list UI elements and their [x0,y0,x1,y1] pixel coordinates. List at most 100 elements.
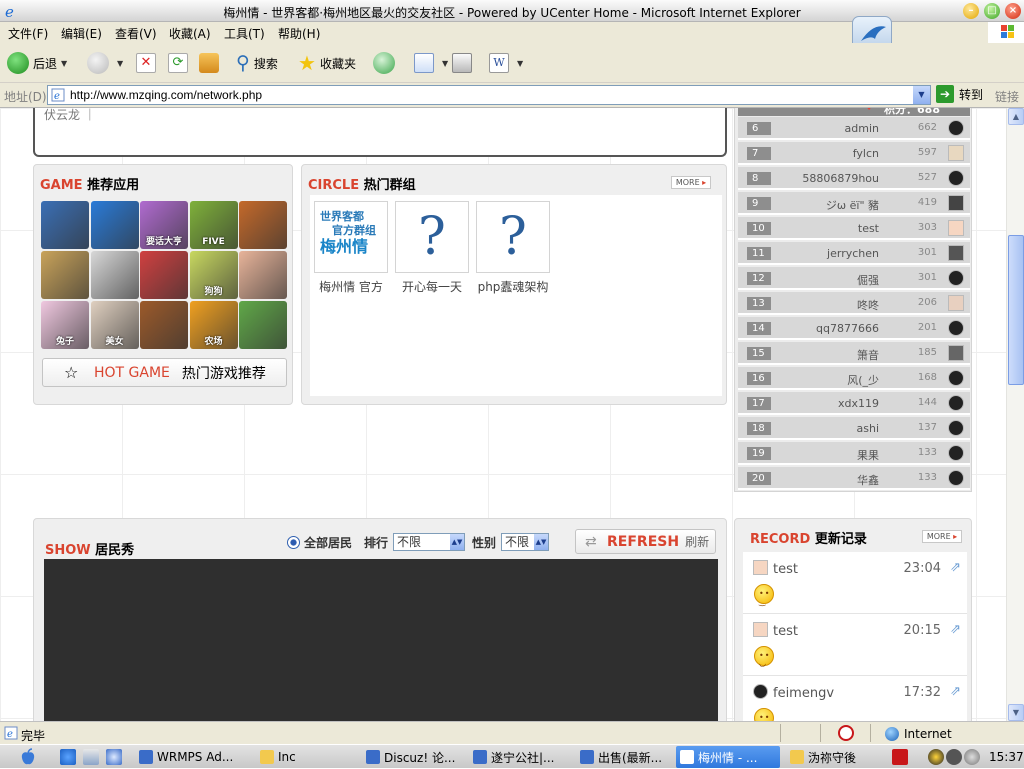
avatar[interactable] [948,345,964,361]
quicklaunch-desktop-icon[interactable] [83,749,99,765]
game-tile[interactable]: 要话大亨 [140,201,188,249]
ranking-row[interactable]: 20 华鑫 133 [738,467,970,490]
edit-word-button[interactable]: W ▼ [489,51,523,75]
group-item[interactable]: ? php蠹魂架构 [476,201,550,295]
all-residents-radio[interactable] [287,535,300,549]
ranking-row[interactable]: 7 fylcn 597 [738,142,970,165]
rank-user[interactable]: 倔强 [857,272,879,288]
ranking-row[interactable]: 17 xdx119 144 [738,392,970,415]
record-user[interactable]: feimengv [773,686,834,701]
game-tile[interactable] [239,301,287,349]
scrollbar-thumb[interactable] [1008,235,1024,385]
rank-user[interactable]: xdx119 [838,397,879,410]
history-button[interactable] [373,51,399,75]
rank-user[interactable]: fylcn [853,147,879,160]
taskbar-task[interactable]: 沩祢守後 [786,746,882,768]
group-item[interactable]: ? 开心每一天 [395,201,469,295]
rank-user[interactable]: qq7877666 [816,322,879,335]
game-tile[interactable] [41,201,89,249]
avatar[interactable] [948,270,964,286]
share-arrow-icon[interactable]: ⇗ [950,560,961,575]
record-more-button[interactable]: MORE ▸ [922,530,962,543]
avatar[interactable] [948,420,964,436]
print-button[interactable] [452,51,476,75]
record-item[interactable]: feimengv 17:32 ⇗ •• ‿ [743,676,967,721]
ranking-row[interactable]: 18 ashi 137 [738,417,970,440]
address-dropdown-icon[interactable]: ▼ [913,86,930,104]
group-item[interactable]: 世界客都 官方群组 梅州情 梅州情 官方 [314,201,388,295]
taskbar-task[interactable]: 出售(最新... [576,746,676,768]
quicklaunch-browser-icon[interactable] [106,749,122,765]
taskbar-task[interactable]: WRMPS Ad... [135,746,245,768]
menu-tools[interactable]: 工具(T) [224,25,265,42]
game-tile[interactable] [41,251,89,299]
circle-more-button[interactable]: MORE ▸ [671,176,711,189]
avatar[interactable] [948,170,964,186]
tray-flag-icon[interactable] [892,749,908,765]
avatar[interactable] [948,195,964,211]
back-button[interactable]: 后退 ▼ [7,51,67,75]
ranking-row[interactable]: 12 倔强 301 [738,267,970,290]
rank-user[interactable]: jerrychen [827,247,879,260]
search-button[interactable]: ⚲ 搜索 [236,51,278,75]
show-stage[interactable] [44,559,718,721]
ranking-row[interactable]: 6 admin 662 [738,117,970,140]
avatar[interactable] [948,320,964,336]
rank-user[interactable]: test [858,222,879,235]
security-zone[interactable]: Internet [885,727,952,741]
avatar[interactable] [948,295,964,311]
game-tile[interactable]: FIVE [189,201,238,249]
game-tile[interactable] [90,251,139,299]
rank-select[interactable]: 不限 ▲▼ [393,533,466,551]
ranking-row[interactable]: 16 风(_少 168 [738,367,970,390]
game-tile[interactable]: 兔子 [41,301,89,349]
rank-user[interactable]: 箫音 [857,347,879,363]
vertical-scrollbar[interactable]: ▲ ▼ [1006,108,1024,721]
tray-app-icon[interactable] [946,749,962,765]
taskbar-task-active[interactable]: 梅州情 - ... [676,746,780,768]
avatar[interactable] [948,370,964,386]
mail-button[interactable]: ▼ [414,51,448,75]
scroll-down-icon[interactable]: ▼ [1008,704,1024,721]
menu-favorites[interactable]: 收藏(A) [169,25,211,42]
record-user[interactable]: test [773,562,798,577]
forward-button[interactable]: ▼ [87,51,123,75]
taskbar-task[interactable]: Discuz! 论... [362,746,468,768]
favorites-button[interactable]: ★ 收藏夹 [298,51,356,75]
refresh-page-button[interactable]: ⟳ [168,51,192,75]
menu-edit[interactable]: 编辑(E) [61,25,102,42]
record-user[interactable]: test [773,624,798,639]
start-apple-icon[interactable] [18,747,38,767]
popup-blocked-icon[interactable] [838,725,854,741]
home-button[interactable] [199,51,223,75]
menu-file[interactable]: 文件(F) [8,25,48,42]
ranking-row[interactable]: 11 jerrychen 301 [738,242,970,265]
scroll-up-icon[interactable]: ▲ [1008,108,1024,125]
game-tile[interactable] [140,251,188,299]
rank-user[interactable]: 风(_少 [847,372,879,388]
close-button[interactable]: × [1005,3,1021,19]
avatar[interactable] [948,145,964,161]
tray-qq-icon[interactable] [928,749,944,765]
show-refresh-button[interactable]: ⇄ REFRESH 刷新 [575,529,716,554]
gender-select[interactable]: 不限 ▲▼ [501,533,550,551]
avatar[interactable] [948,120,964,136]
share-arrow-icon[interactable]: ⇗ [950,684,961,699]
record-item[interactable]: test 23:04 ⇗ •• ‿ [743,552,967,614]
menu-help[interactable]: 帮助(H) [278,25,320,42]
hot-game-button[interactable]: ☆ HOT GAME 热门游戏推荐 [42,358,287,387]
game-tile[interactable]: 美女 [90,301,139,349]
game-tile[interactable] [140,301,188,349]
rank-user[interactable]: 58806879hou [802,172,879,185]
avatar[interactable] [948,245,964,261]
menu-view[interactable]: 查看(V) [115,25,157,42]
game-tile[interactable] [90,201,139,249]
avatar[interactable] [948,220,964,236]
top-panel-fragment[interactable]: 伏云龙 ｜ [44,108,96,123]
links-label[interactable]: 链接 [995,88,1019,105]
rank-user[interactable]: 果果 [857,447,879,463]
rank-user[interactable]: ジω ëï" 豬 [826,197,879,213]
ranking-row[interactable]: 15 箫音 185 [738,342,970,365]
avatar[interactable] [948,445,964,461]
ranking-row[interactable]: 9 ジω ëï" 豬 419 [738,192,970,215]
